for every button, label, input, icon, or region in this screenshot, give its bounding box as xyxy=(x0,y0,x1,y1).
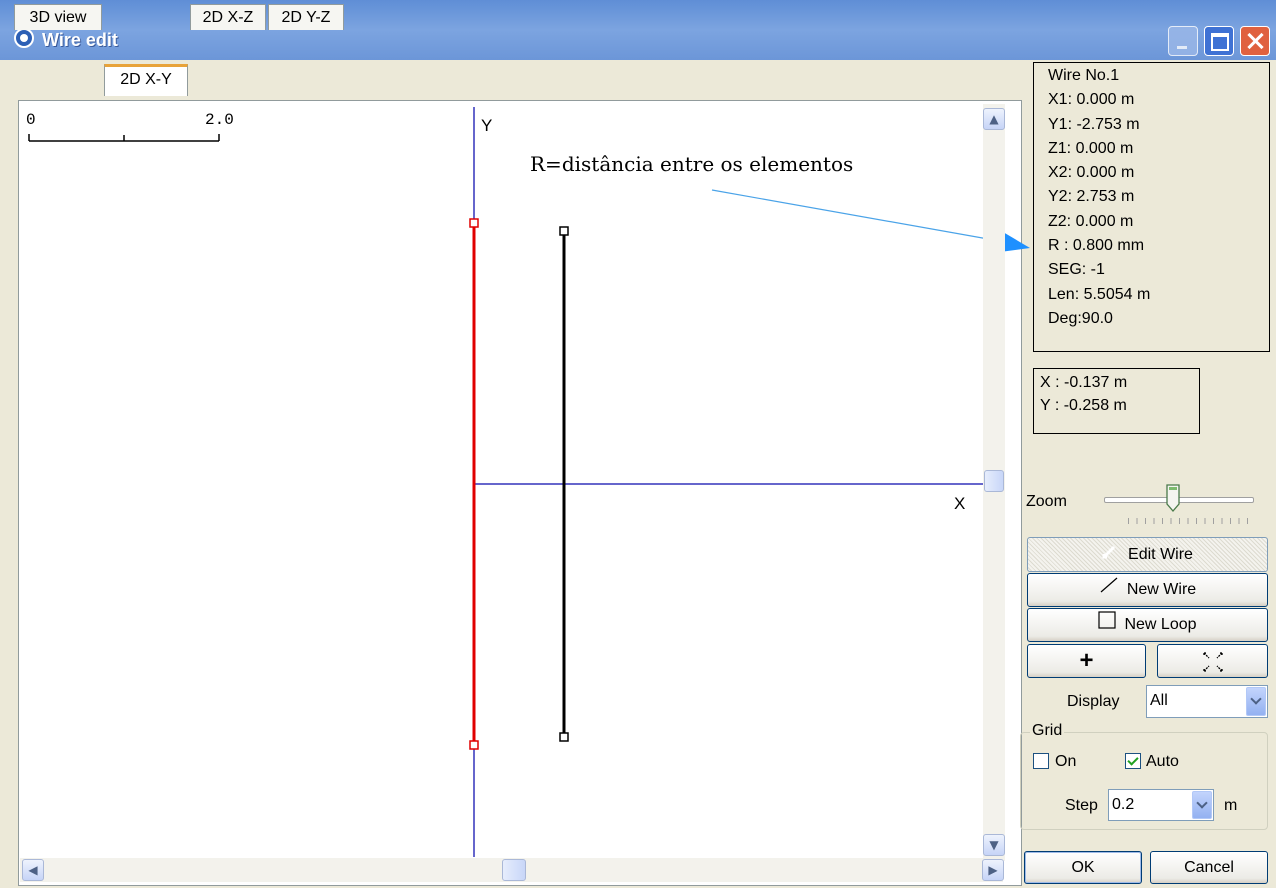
step-label: Step xyxy=(1065,797,1098,814)
fit-view-button[interactable] xyxy=(1157,644,1268,678)
chevron-down-icon[interactable] xyxy=(1246,687,1266,716)
window-title: Wire edit xyxy=(42,30,118,50)
scroll-right-icon[interactable]: ▶ xyxy=(982,859,1004,881)
step-select[interactable]: 0.2 xyxy=(1108,789,1214,821)
step-unit: m xyxy=(1224,797,1238,814)
annotation-text: R=distância entre os elementos xyxy=(530,152,854,176)
wire-segments: SEG: -1 xyxy=(1048,261,1105,279)
maximize-button[interactable] xyxy=(1204,26,1234,56)
cursor-coordinates: X : -0.137 m Y : -0.258 m xyxy=(1033,368,1200,434)
cancel-button[interactable]: Cancel xyxy=(1150,851,1268,884)
edit-pointer-icon xyxy=(1102,538,1120,571)
cursor-y: Y : -0.258 m xyxy=(1040,397,1127,414)
tab-2d-x-z[interactable]: 2D X-Z xyxy=(190,4,266,30)
display-select[interactable]: All xyxy=(1146,685,1268,718)
horizontal-scroll-thumb[interactable] xyxy=(502,859,526,881)
grid-title: Grid xyxy=(1030,722,1065,740)
wire-y2: Y2: 2.753 m xyxy=(1048,188,1135,206)
ok-button[interactable]: OK xyxy=(1024,851,1142,884)
tab-2d-y-z[interactable]: 2D Y-Z xyxy=(268,4,344,30)
add-button[interactable]: + xyxy=(1027,644,1146,678)
wire-info-panel: Wire No.1 X1: 0.000 m Y1: -2.753 m Z1: 0… xyxy=(1033,62,1270,352)
zoom-slider-thumb[interactable] xyxy=(1166,484,1180,512)
grid-auto-label: Auto xyxy=(1146,753,1179,770)
wire-z2: Z2: 0.000 m xyxy=(1048,212,1134,230)
grid-auto-checkbox[interactable] xyxy=(1125,753,1141,769)
wire-y1: Y1: -2.753 m xyxy=(1048,115,1140,133)
scroll-down-icon[interactable]: ▼ xyxy=(983,834,1005,856)
drawing-canvas[interactable]: 0 2.0 Y X xyxy=(18,100,1022,886)
scroll-up-icon[interactable]: ▲ xyxy=(983,108,1005,130)
cursor-x: X : -0.137 m xyxy=(1040,374,1128,391)
zoom-label: Zoom xyxy=(1026,493,1067,510)
vertical-scroll-thumb[interactable] xyxy=(984,470,1004,492)
wire-number: Wire No.1 xyxy=(1048,67,1120,84)
fit-view-icon xyxy=(1202,652,1223,672)
horizontal-scrollbar[interactable]: ◀ ▶ xyxy=(20,858,1004,882)
line-icon xyxy=(1099,574,1119,606)
scale-end-label: 2.0 xyxy=(205,111,234,129)
wire-length: Len: 5.5054 m xyxy=(1048,285,1151,303)
new-wire-label: New Wire xyxy=(1126,581,1197,599)
new-loop-label: New Loop xyxy=(1124,616,1197,634)
wire-edit-window: Wire edit 3D view 2D X-Y 2D X-Z 2D Y-Z 0… xyxy=(0,0,1276,888)
wire-z1: Z1: 0.000 m xyxy=(1048,139,1134,157)
edit-wire-label: Edit Wire xyxy=(1128,546,1193,563)
scale-start-label: 0 xyxy=(26,111,36,129)
wire-x1: X1: 0.000 m xyxy=(1048,91,1135,109)
close-button[interactable] xyxy=(1240,26,1270,56)
new-wire-button[interactable]: New Wire xyxy=(1027,573,1268,607)
tab-3d-view[interactable]: 3D view xyxy=(14,4,102,30)
app-icon xyxy=(14,28,34,48)
wire-radius: R : 0.800 mm xyxy=(1048,237,1145,255)
x-axis-label: X xyxy=(954,494,965,513)
canvas-svg: 0 2.0 Y X xyxy=(26,107,983,857)
new-loop-button[interactable]: New Loop xyxy=(1027,608,1268,642)
grid-on-label: On xyxy=(1055,753,1077,770)
zoom-ticks xyxy=(1128,518,1248,524)
vertical-scrollbar[interactable]: ▲ ▼ xyxy=(983,104,1005,861)
display-label: Display xyxy=(1067,693,1120,710)
scroll-left-icon[interactable]: ◀ xyxy=(22,859,44,881)
edit-wire-button[interactable]: Edit Wire xyxy=(1027,537,1268,572)
display-value: All xyxy=(1150,692,1168,709)
square-icon xyxy=(1098,609,1117,641)
grid-on-checkbox[interactable] xyxy=(1033,753,1049,769)
wire-x2: X2: 0.000 m xyxy=(1048,164,1135,182)
y-axis-label: Y xyxy=(481,116,492,135)
wire-angle: Deg:90.0 xyxy=(1048,309,1113,327)
chevron-down-icon[interactable] xyxy=(1192,791,1212,819)
scale-bar: 0 2.0 xyxy=(26,111,234,142)
tab-2d-x-y[interactable]: 2D X-Y xyxy=(104,64,188,96)
step-value: 0.2 xyxy=(1112,796,1135,813)
minimize-button[interactable] xyxy=(1168,26,1198,56)
